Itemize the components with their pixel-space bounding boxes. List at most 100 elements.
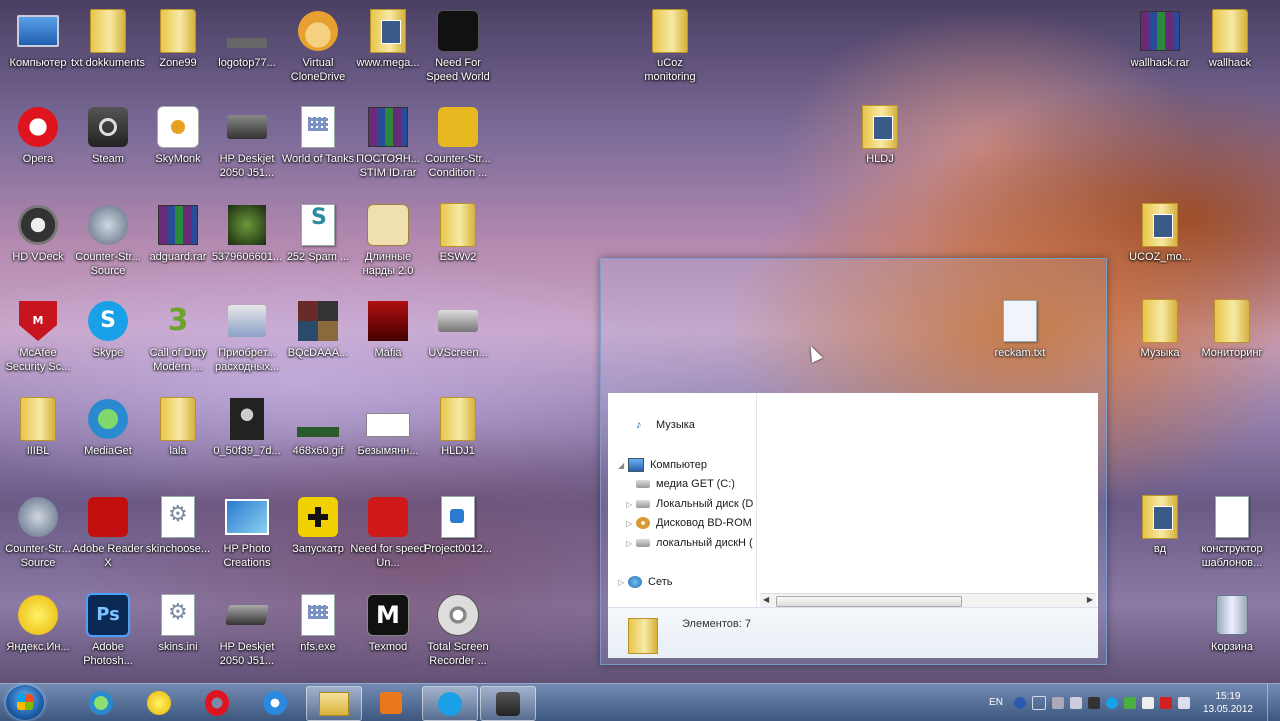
taskbar-explorer[interactable]: [306, 686, 362, 721]
desktop-icon-ucoz-mo[interactable]: UCOZ_mo...: [1122, 202, 1198, 264]
horizontal-scrollbar[interactable]: ◀ ▶: [760, 593, 1096, 608]
desktop-icon-468x60[interactable]: 468x60.gif: [280, 396, 356, 458]
desktop-icon-uvscreen[interactable]: UVScreen...: [420, 298, 496, 360]
desktop-icon-zone99[interactable]: Zone99: [140, 8, 216, 70]
network-tray-icon[interactable]: [1051, 696, 1064, 709]
start-button[interactable]: [6, 685, 44, 720]
desktop-icon-hd-vdeck[interactable]: HD VDeck: [0, 202, 76, 264]
desktop-icon-skins-ini[interactable]: skins.ini: [140, 592, 216, 654]
adguard-tray-icon[interactable]: [1123, 696, 1136, 709]
clock[interactable]: 15:19 13.05.2012: [1203, 690, 1253, 716]
nav-item-drive-h[interactable]: ▷ локальный дискН (: [626, 537, 753, 549]
nav-item-music[interactable]: ♪ Музыка: [636, 419, 695, 431]
media-get-icon: [89, 690, 113, 715]
desktop-icon-adobe-reader[interactable]: Adobe Reader X: [70, 494, 146, 570]
desktop-icon-hldj[interactable]: HLDJ: [842, 104, 918, 166]
taskbar-yandex[interactable]: [132, 686, 186, 719]
desktop-icon-skinchoose[interactable]: skinchoose...: [140, 494, 216, 556]
desktop-icon-bezymyann[interactable]: Безымянн...: [350, 396, 426, 458]
desktop-icon-total-screen-recorder[interactable]: Total Screen Recorder ...: [420, 592, 496, 668]
nav-item-computer[interactable]: ◢ Компьютер: [618, 458, 707, 472]
expand-arrow-icon[interactable]: ▷: [626, 519, 636, 528]
desktop-icon-ucoz-monitoring[interactable]: uCoz monitoring: [632, 8, 708, 84]
desktop-icon-www-mega[interactable]: www.mega...: [350, 8, 426, 70]
desktop-icon-252-spam[interactable]: S 252 Spam ...: [280, 202, 356, 264]
explorer-window[interactable]: ♪ Музыка ◢ Компьютер медиа GET (C:) ▷ Ло…: [600, 258, 1107, 665]
desktop-icon-txt-dokkuments[interactable]: txt dokkuments: [70, 8, 146, 70]
desktop-icon-priobret[interactable]: Приобрет... расходных...: [209, 298, 285, 374]
desktop-icon-postoyan-stim[interactable]: ПОСТОЯН... STIM ID.rar: [350, 104, 426, 180]
desktop-icon-hp-deskjet-1[interactable]: HP Deskjet 2050 J51...: [209, 104, 285, 180]
desktop-icon-counter-strike-source[interactable]: Counter-Str... Source: [70, 202, 146, 278]
expand-arrow-icon[interactable]: ◢: [618, 461, 628, 470]
taskbar-opera[interactable]: [190, 686, 244, 719]
show-desktop-button[interactable]: [1267, 684, 1280, 721]
desktop-icon-yandex[interactable]: Яндекс.Ин...: [0, 592, 76, 654]
expand-arrow-icon[interactable]: ▷: [626, 539, 636, 548]
navigation-pane[interactable]: ♪ Музыка ◢ Компьютер медиа GET (C:) ▷ Ло…: [608, 393, 757, 607]
desktop-icon-texmod[interactable]: M Texmod: [350, 592, 426, 654]
desktop-icon-dlinnye-nardy[interactable]: Длинные нарды 2.0: [350, 202, 426, 278]
desktop-icon-mafia[interactable]: Mafia: [350, 298, 426, 360]
nav-item-network[interactable]: ▷ Сеть: [618, 576, 672, 588]
language-indicator[interactable]: EN: [989, 697, 1003, 708]
desktop-icon-wallhack-rar[interactable]: wallhack.rar: [1122, 8, 1198, 70]
desktop-icon-need-for-speed-world[interactable]: Need For Speed World: [420, 8, 496, 84]
expand-arrow-icon[interactable]: ▷: [626, 500, 636, 509]
scroll-left-icon[interactable]: ◀: [763, 595, 769, 604]
desktop-icon-eswv2[interactable]: ESWv2: [420, 202, 496, 264]
desktop-icon-skymonk[interactable]: SkyMonk: [140, 104, 216, 166]
desktop-icon-computer[interactable]: Компьютер: [0, 8, 76, 70]
desktop-icon-iiibl[interactable]: IIIBL: [0, 396, 76, 458]
desktop-icon-lala[interactable]: lala: [140, 396, 216, 458]
nav-item-bd-rom[interactable]: ▷ Дисковод BD-ROM: [626, 517, 752, 529]
desktop-icon-hp-photo[interactable]: HP Photo Creations: [209, 494, 285, 570]
taskbar-media-player[interactable]: [364, 686, 418, 719]
scrollbar-thumb[interactable]: [776, 596, 962, 607]
scroll-right-icon[interactable]: ▶: [1087, 595, 1093, 604]
desktop-icon-world-of-tanks[interactable]: World of Tanks: [280, 104, 356, 166]
desktop-icon-virtual-clonedrive[interactable]: Virtual CloneDrive: [280, 8, 356, 84]
taskbar-internet-explorer[interactable]: [248, 686, 302, 719]
network-error-icon[interactable]: [1159, 696, 1172, 709]
desktop-icon-call-of-duty[interactable]: 3 Call of Duty Modern ...: [140, 298, 216, 374]
desktop-icon-opera[interactable]: Opera: [0, 104, 76, 166]
desktop-icon-hp-deskjet-2[interactable]: HP Deskjet 2050 J51...: [209, 592, 285, 668]
desktop-icon-mcafee[interactable]: M McAfee Security Sc...: [0, 298, 76, 374]
volume-icon[interactable]: [1177, 696, 1190, 709]
desktop-icon-zapuskatr[interactable]: Запускатр: [280, 494, 356, 556]
nav-item-drive-c[interactable]: медиа GET (C:): [636, 478, 735, 490]
desktop-icon-muzyka[interactable]: Музыка: [1122, 298, 1198, 360]
desktop-icon-5379606601[interactable]: 5379606601...: [209, 202, 285, 264]
steam-tray-icon[interactable]: [1087, 696, 1100, 709]
desktop-icon-konstruktor[interactable]: конструктор шаблонов...: [1194, 494, 1270, 570]
desktop-icon-monitoring[interactable]: Мониторинг: [1194, 298, 1270, 360]
action-center-icon[interactable]: [1141, 696, 1154, 709]
desktop-icon-mediaget[interactable]: MediaGet: [70, 396, 146, 458]
desktop-icon-photoshop[interactable]: Ps Adobe Photosh...: [70, 592, 146, 668]
show-hidden-icons-icon[interactable]: [1031, 695, 1046, 710]
desktop-icon-steam[interactable]: Steam: [70, 104, 146, 166]
desktop-icon-logotop77[interactable]: logotop77...: [209, 8, 285, 70]
desktop-icon-adguard-rar[interactable]: adguard.rar: [140, 202, 216, 264]
taskbar-skype[interactable]: [422, 686, 478, 721]
taskbar-media-get[interactable]: [74, 686, 128, 719]
expand-arrow-icon[interactable]: ▷: [618, 578, 628, 587]
desktop-icon-vd[interactable]: вд: [1122, 494, 1198, 556]
nav-item-drive-d[interactable]: ▷ Локальный диск (D: [626, 498, 753, 510]
desktop-icon-project0012[interactable]: Project0012...: [420, 494, 496, 556]
desktop-icon-need-for-speed-un[interactable]: Need for speed Un...: [350, 494, 426, 570]
desktop-icon-wallhack[interactable]: wallhack: [1192, 8, 1268, 70]
taskbar-steam[interactable]: [480, 686, 536, 721]
desktop-icon-recycle-bin[interactable]: Корзина: [1194, 592, 1270, 654]
desktop-icon-nfs-exe[interactable]: nfs.exe: [280, 592, 356, 654]
desktop-icon-hldj1[interactable]: HLDJ1: [420, 396, 496, 458]
desktop-icon-bqcdaaa[interactable]: BQcDAAA...: [280, 298, 356, 360]
desktop-icon-counter-strike-condition[interactable]: Counter-Str... Condition ...: [420, 104, 496, 180]
desktop-icon-skype[interactable]: S Skype: [70, 298, 146, 360]
desktop-icon-counter-strike-source-2[interactable]: Counter-Str... Source: [0, 494, 76, 570]
printer-tray-icon[interactable]: [1069, 696, 1082, 709]
desktop-icon-0-50f39[interactable]: 0_50f39_7d...: [209, 396, 285, 458]
help-icon[interactable]: [1013, 696, 1026, 709]
skype-tray-icon[interactable]: [1105, 696, 1118, 709]
